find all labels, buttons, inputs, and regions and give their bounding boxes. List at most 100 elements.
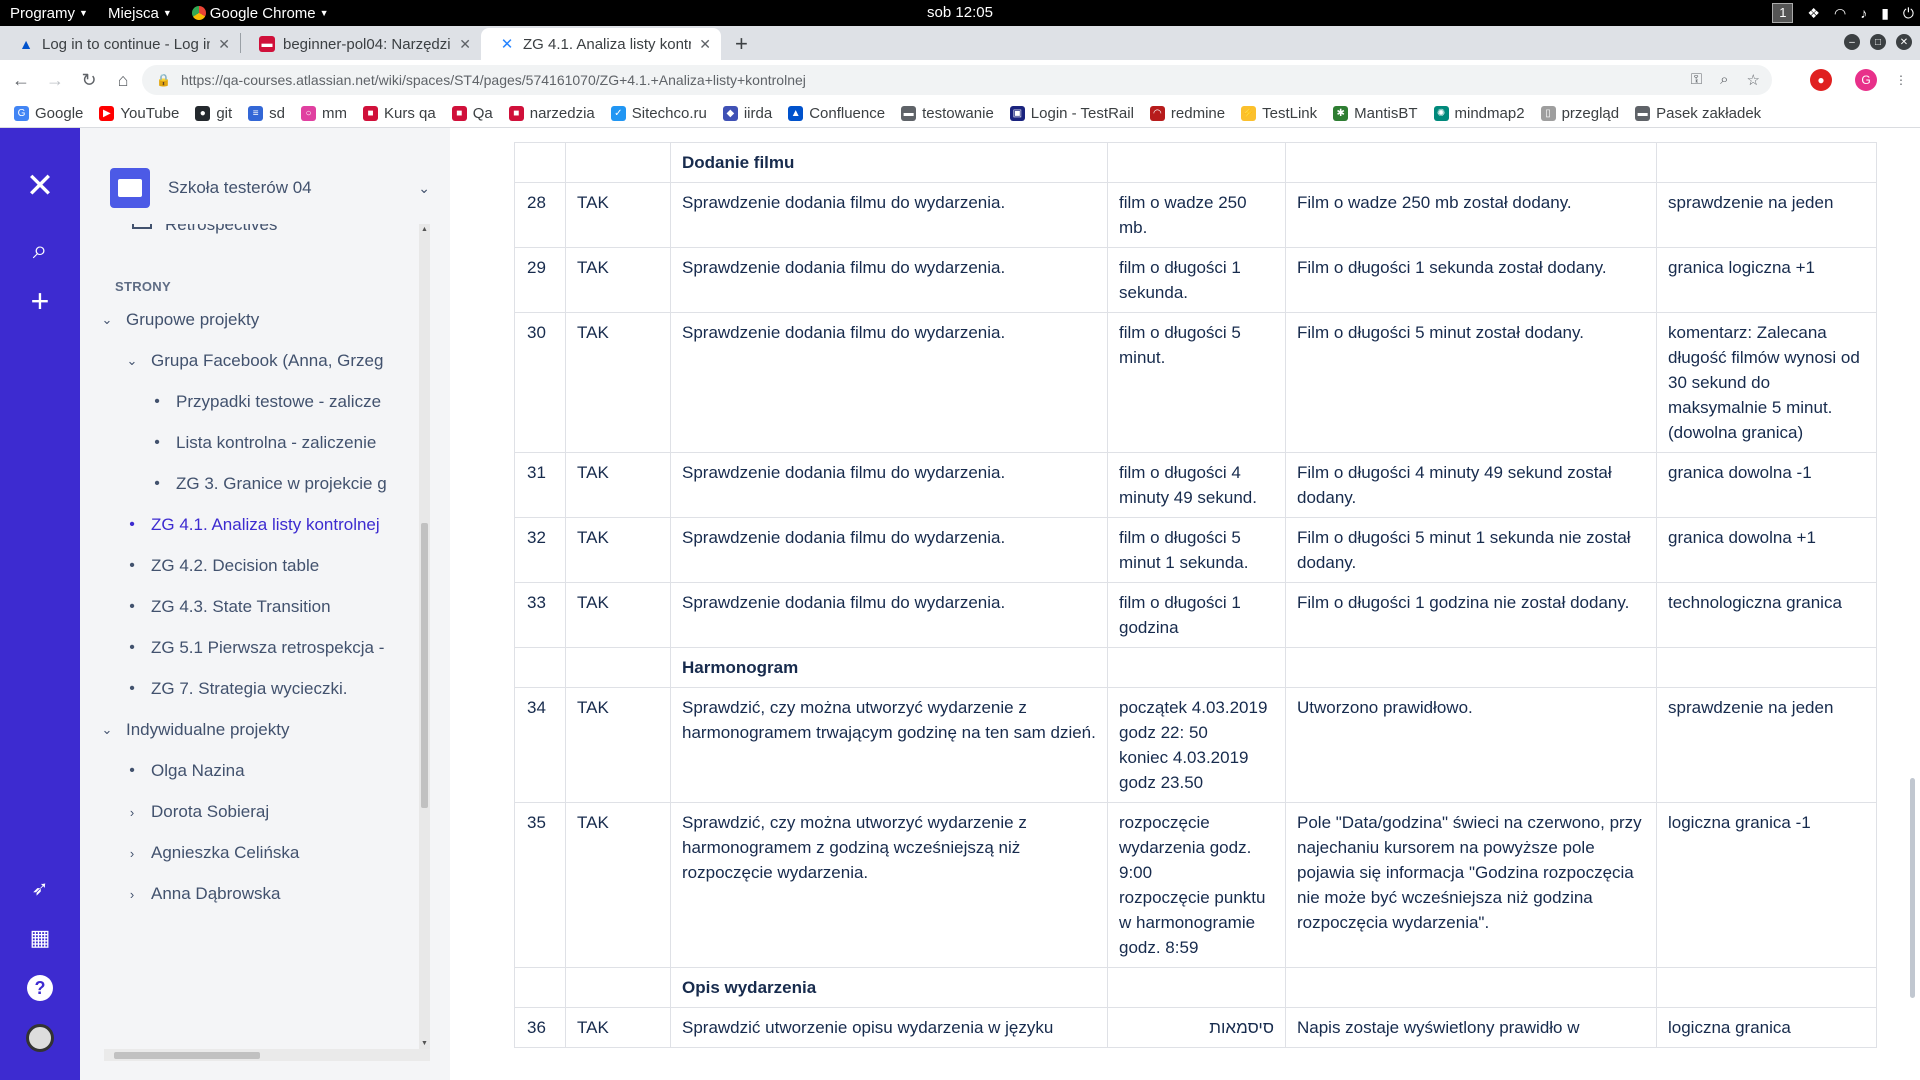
bookmark-testlink[interactable]: ⚡ TestLink [1241,105,1317,122]
chrome-app-menu[interactable]: Google Chrome ▼ [182,0,339,26]
bookmark-narzedzia[interactable]: ■ narzedzia [508,105,595,122]
bookmark-kurs-qa[interactable]: ■ Kurs qa [363,105,436,122]
sidebar-tree-item[interactable]: • Lista kontrolna - zaliczenie [150,433,376,453]
applications-menu[interactable]: Programy ▼ [0,0,98,26]
maximize-icon[interactable]: □ [1870,34,1886,50]
scroll-down-icon[interactable]: ▼ [421,1040,428,1047]
tab-login[interactable]: ▲ Log in to continue - Log in ✕ [0,28,240,60]
chevron-down-icon[interactable]: ⌄ [418,180,430,197]
bookmark-google[interactable]: G Google [14,105,83,122]
sidebar-tree-item[interactable]: ⌄ Grupowe projekty [100,310,260,330]
minimize-icon[interactable]: – [1844,34,1860,50]
bookmark-redmine[interactable]: ◠ redmine [1149,105,1225,122]
bookmark-sitechco-ru[interactable]: ✓ Sitechco.ru [610,105,707,122]
tab-zg41[interactable]: ✕ ZG 4.1. Analiza listy kontrolnej ✕ [481,28,721,60]
dropbox-icon[interactable]: ❖ [1807,5,1820,22]
wifi-icon[interactable]: ◠ [1834,5,1846,22]
bookmark-login-testrail[interactable]: ▣ Login - TestRail [1009,105,1134,122]
bookmark-favicon-icon: G [14,106,29,121]
bookmark-pasek-zak-adek[interactable]: ▬ Pasek zakładek [1635,105,1761,122]
sidebar-tree-item[interactable]: › Anna Dąbrowska [125,884,281,904]
lock-icon[interactable]: 🔒 [156,73,171,87]
bullet-icon: • [129,516,135,533]
sidebar-tree-item[interactable]: • ZG 5.1 Pierwsza retrospekcja - [125,638,384,658]
sidebar-tree-item[interactable]: • ZG 4.2. Decision table [125,556,319,576]
confluence-logo-icon[interactable]: ✕ [22,167,58,205]
chevron-right-icon[interactable]: › [125,805,139,820]
app-switcher-icon[interactable]: ▦ [22,920,58,956]
user-avatar[interactable] [22,1020,58,1056]
close-icon[interactable]: ✕ [459,36,471,53]
cell-desc: Sprawdzić utworzenie opisu wydarzenia w … [670,1007,1108,1048]
sidebar-tree-item[interactable]: • ZG 4.3. State Transition [125,597,330,617]
forward-icon[interactable]: → [38,70,72,91]
sidebar-tree-item[interactable]: • Olga Nazina [125,761,244,781]
sidebar-item-retrospectives[interactable]: Retrospectives [132,224,277,235]
star-icon[interactable]: ☆ [1747,71,1760,89]
volume-icon[interactable]: ♪ [1860,5,1867,21]
sidebar-tree-item[interactable]: ⌄ Grupa Facebook (Anna, Grzeg [125,351,384,371]
bookmark-testowanie[interactable]: ▬ testowanie [901,105,994,122]
sidebar-scrollbar[interactable]: ▲ ▼ [419,224,430,1049]
scroll-up-icon[interactable]: ▲ [421,226,428,233]
address-bar[interactable]: 🔒 https://qa-courses.atlassian.net/wiki/… [142,65,1772,95]
notifications-rocket-icon[interactable]: ➶ [22,870,58,906]
chevron-down-icon[interactable]: ⌄ [100,722,114,738]
scrollbar-thumb[interactable] [421,523,428,808]
sidebar-tree-item[interactable]: • Przypadki testowe - zalicze [150,392,381,412]
new-tab-button[interactable]: + [721,28,762,60]
sidebar-tree-item[interactable]: • ZG 7. Strategia wycieczki. [125,679,347,699]
battery-icon[interactable]: ▮ [1881,5,1889,22]
create-icon[interactable]: + [22,283,58,319]
bookmark-git[interactable]: ● git [195,105,232,122]
bookmark-favicon-icon: ✱ [1333,106,1349,121]
chevron-down-icon[interactable]: ⌄ [100,312,114,328]
help-icon[interactable]: ? [22,970,58,1006]
bookmarks-bar: G Google ▶ YouTube ● git ≡ sd ○ mm ■ Kurs qa ■ Qa ■ nar… [0,100,1920,128]
key-icon[interactable]: ⚿ [1691,71,1702,89]
close-window-icon[interactable]: ✕ [1896,34,1912,50]
sidebar-tree-item[interactable]: • ZG 3. Granice w projekcie g [150,474,387,494]
sidebar-horizontal-scrollbar[interactable] [104,1049,430,1061]
chevron-down-icon[interactable]: ⌄ [125,353,139,369]
bookmark-sd[interactable]: ≡ sd [248,105,285,122]
bookmark-mm[interactable]: ○ mm [301,105,347,122]
bookmark-youtube[interactable]: ▶ YouTube [99,105,179,122]
space-header[interactable]: Szkoła testerów 04 ⌄ [110,168,430,208]
sidebar-tree-item[interactable]: › Agnieszka Celińska [125,843,300,863]
chevron-right-icon[interactable]: › [125,846,139,861]
places-menu[interactable]: Miejsca ▼ [98,0,182,26]
close-icon[interactable]: ✕ [218,36,230,53]
bookmark-mindmap2[interactable]: ✺ mindmap2 [1433,105,1525,122]
table-row: 35 TAK Sprawdzić, czy można utworzyć wydar… [514,802,1877,968]
bookmark-confluence[interactable]: ▲ Confluence [788,105,885,122]
close-icon[interactable]: ✕ [699,36,711,53]
chevron-right-icon[interactable]: › [125,887,139,902]
cell-comment: sprawdzenie na jeden [1656,182,1877,248]
zoom-icon[interactable]: ⌕ [1720,71,1728,89]
scrollbar-thumb[interactable] [114,1052,260,1059]
bookmark-przegl-d[interactable]: ▯ przegląd [1540,105,1619,122]
bookmark-qa[interactable]: ■ Qa [451,105,493,122]
sidebar-tree-item[interactable]: › Dorota Sobieraj [125,802,269,822]
bookmark-mantisbt[interactable]: ✱ MantisBT [1333,105,1418,122]
page-scrollbar[interactable] [1905,128,1920,1080]
tab-beginner[interactable]: ▬ beginner-pol04: Narzędzia ✕ [241,28,481,60]
empty-cell [1107,967,1286,1008]
sidebar-tree-label: ZG 5.1 Pierwsza retrospekcja - [151,638,385,657]
reload-icon[interactable]: ↻ [72,70,106,91]
menu-kebab-icon[interactable]: ⋮ [1890,69,1912,91]
workspace-indicator[interactable]: 1 [1772,3,1794,23]
scrollbar-thumb[interactable] [1910,778,1915,998]
cell-flag: TAK [565,582,671,648]
power-icon[interactable]: ⏻ [1903,5,1914,22]
home-icon[interactable]: ⌂ [106,70,140,91]
adblock-icon[interactable]: ● [1810,69,1832,91]
profile-avatar[interactable]: G [1855,69,1877,91]
search-icon[interactable]: ⌕ [22,232,58,268]
bookmark-iirda[interactable]: ◆ iirda [722,105,772,122]
sidebar-tree-item[interactable]: ⌄ Indywidualne projekty [100,720,290,740]
back-icon[interactable]: ← [4,70,38,91]
cell-data: film o długości 4 minuty 49 sekund. [1107,452,1286,518]
sidebar-tree-item[interactable]: • ZG 4.1. Analiza listy kontrolnej [125,515,379,535]
